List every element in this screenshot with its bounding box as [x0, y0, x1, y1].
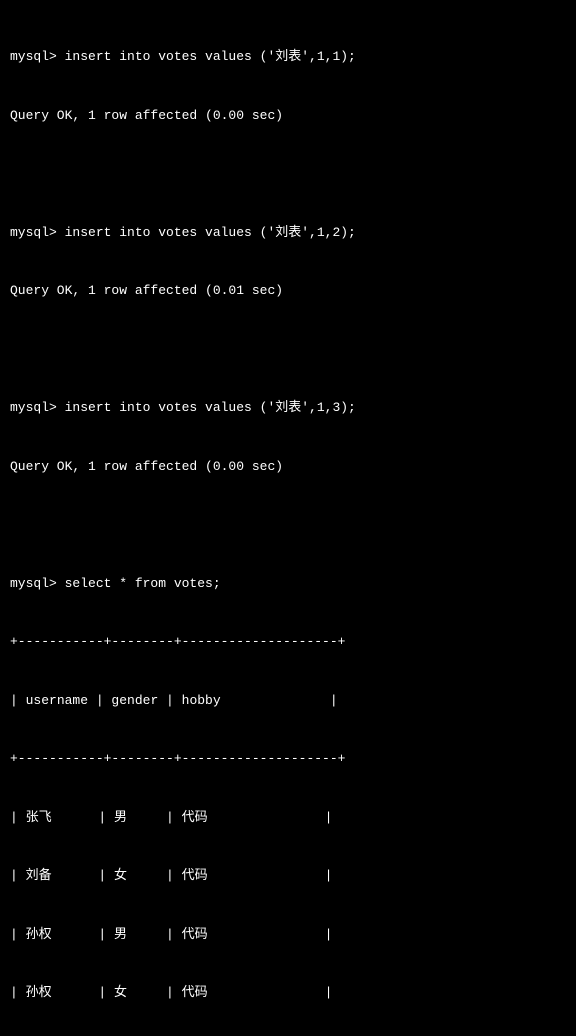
- table-row-4: | 孙权 | 女 | 代码 |: [10, 983, 566, 1003]
- command-line-2: mysql> insert into votes values ('刘表',1,…: [10, 223, 566, 243]
- result-line-1: Query OK, 1 row affected (0.00 sec): [10, 106, 566, 126]
- result-line-2: Query OK, 1 row affected (0.01 sec): [10, 281, 566, 301]
- table-border-top: +-----------+--------+------------------…: [10, 632, 566, 652]
- table-row-1: | 张飞 | 男 | 代码 |: [10, 808, 566, 828]
- blank-2: [10, 340, 566, 360]
- table-row-2: | 刘备 | 女 | 代码 |: [10, 866, 566, 886]
- command-line-1: mysql> insert into votes values ('刘表',1,…: [10, 47, 566, 67]
- result-line-3: Query OK, 1 row affected (0.00 sec): [10, 457, 566, 477]
- command-line-3: mysql> insert into votes values ('刘表',1,…: [10, 398, 566, 418]
- col-header-username: username: [26, 693, 88, 708]
- command-select: mysql> select * from votes;: [10, 574, 566, 594]
- table-row-3: | 孙权 | 男 | 代码 |: [10, 925, 566, 945]
- terminal-window: mysql> insert into votes values ('刘表',1,…: [10, 8, 566, 1036]
- table-border-header: +-----------+--------+------------------…: [10, 749, 566, 769]
- blank-1: [10, 164, 566, 184]
- table-header: | username | gender | hobby |: [10, 691, 566, 711]
